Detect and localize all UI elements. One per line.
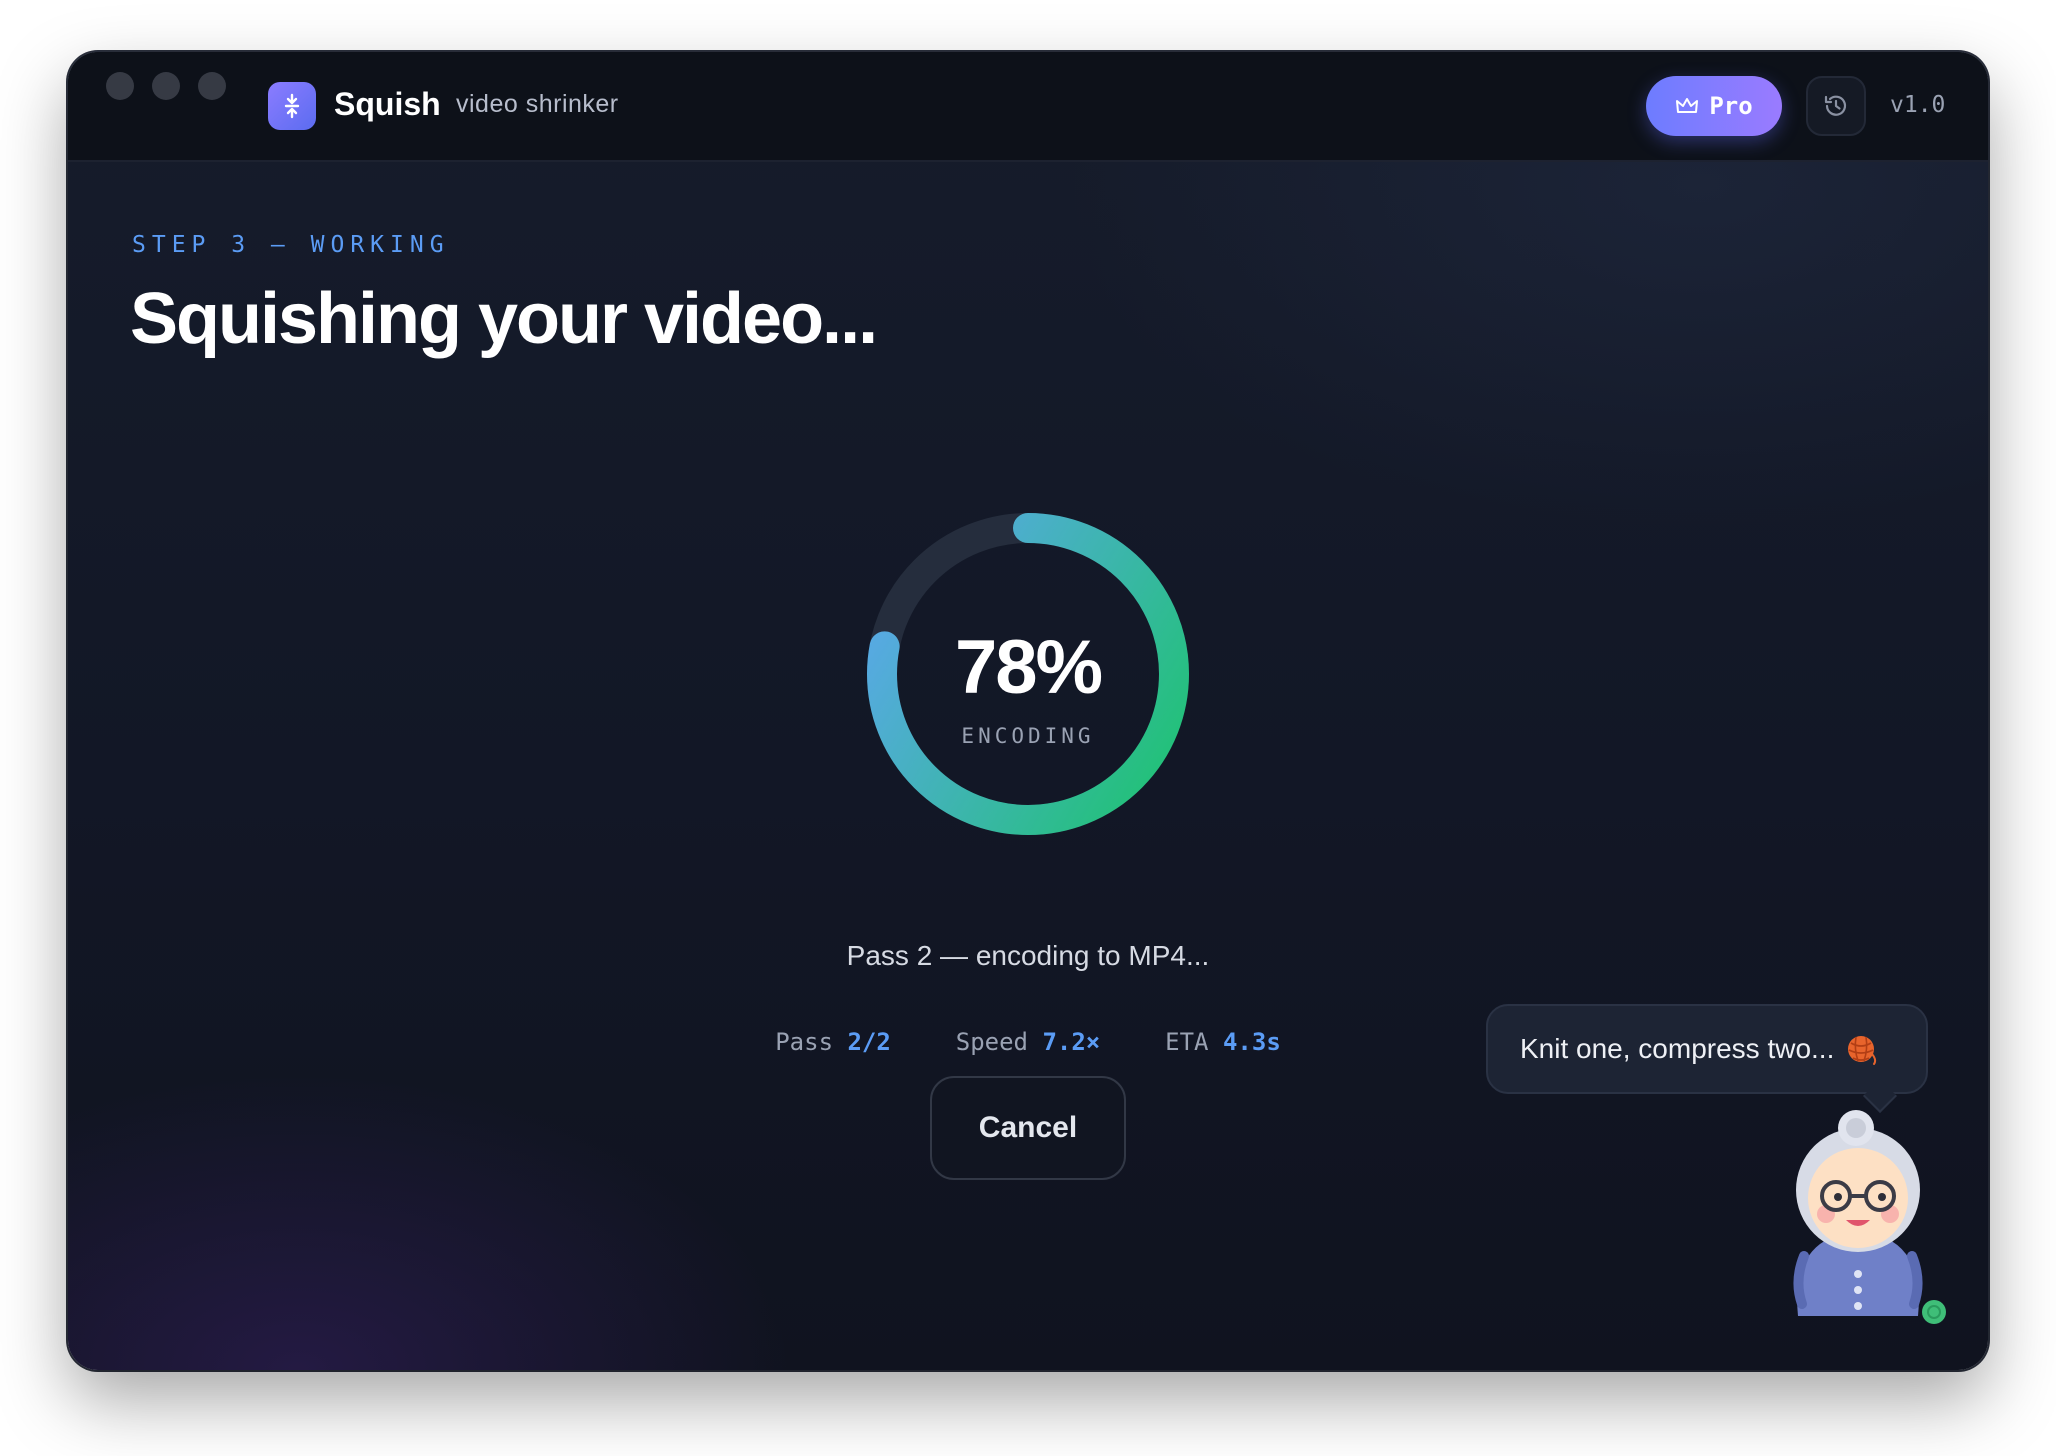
app-subtitle: video shrinker [456, 90, 619, 118]
step-label: STEP 3 — WORKING [132, 232, 450, 258]
pro-button-label: Pro [1709, 92, 1753, 120]
stat-speed-value: 7.2× [1042, 1028, 1101, 1056]
cancel-button[interactable]: Cancel [930, 1076, 1126, 1180]
history-button[interactable] [1806, 76, 1866, 136]
stat-pass-value: 2/2 [847, 1028, 891, 1056]
stat-pass-label: Pass [775, 1028, 834, 1056]
crown-icon [1676, 98, 1699, 113]
progress-status: ENCODING [961, 724, 1095, 748]
version-label: v1.0 [1890, 92, 1946, 118]
mascot-speech-bubble: Knit one, compress two... [1486, 1004, 1928, 1094]
stat-eta-label: ETA [1165, 1028, 1209, 1056]
progress-percent: 78% [954, 625, 1103, 710]
minimize-window-button[interactable] [152, 72, 180, 100]
title-bar: Squish video shrinker Pro v1.0 [68, 52, 1988, 162]
page-title: Squishing your video... [130, 279, 878, 359]
grandma-mascot-icon[interactable] [1768, 1106, 1948, 1326]
history-icon [1824, 95, 1847, 116]
progress-ring: 78% ENCODING [860, 506, 1196, 842]
close-window-button[interactable] [106, 72, 134, 100]
app-window: Squish video shrinker Pro v1.0 STEP 3 — … [68, 52, 1988, 1370]
mascot-message: Knit one, compress two... [1520, 1033, 1835, 1064]
squish-arrows-icon [268, 82, 316, 130]
pass-status-text: Pass 2 — encoding to MP4... [846, 940, 1210, 971]
pro-button[interactable]: Pro [1646, 76, 1782, 136]
zoom-window-button[interactable] [198, 72, 226, 100]
stat-speed-label: Speed [955, 1028, 1028, 1056]
app-name: Squish [334, 86, 441, 122]
stat-eta-value: 4.3s [1222, 1028, 1281, 1056]
yarn-ball-icon [1848, 1036, 1877, 1065]
